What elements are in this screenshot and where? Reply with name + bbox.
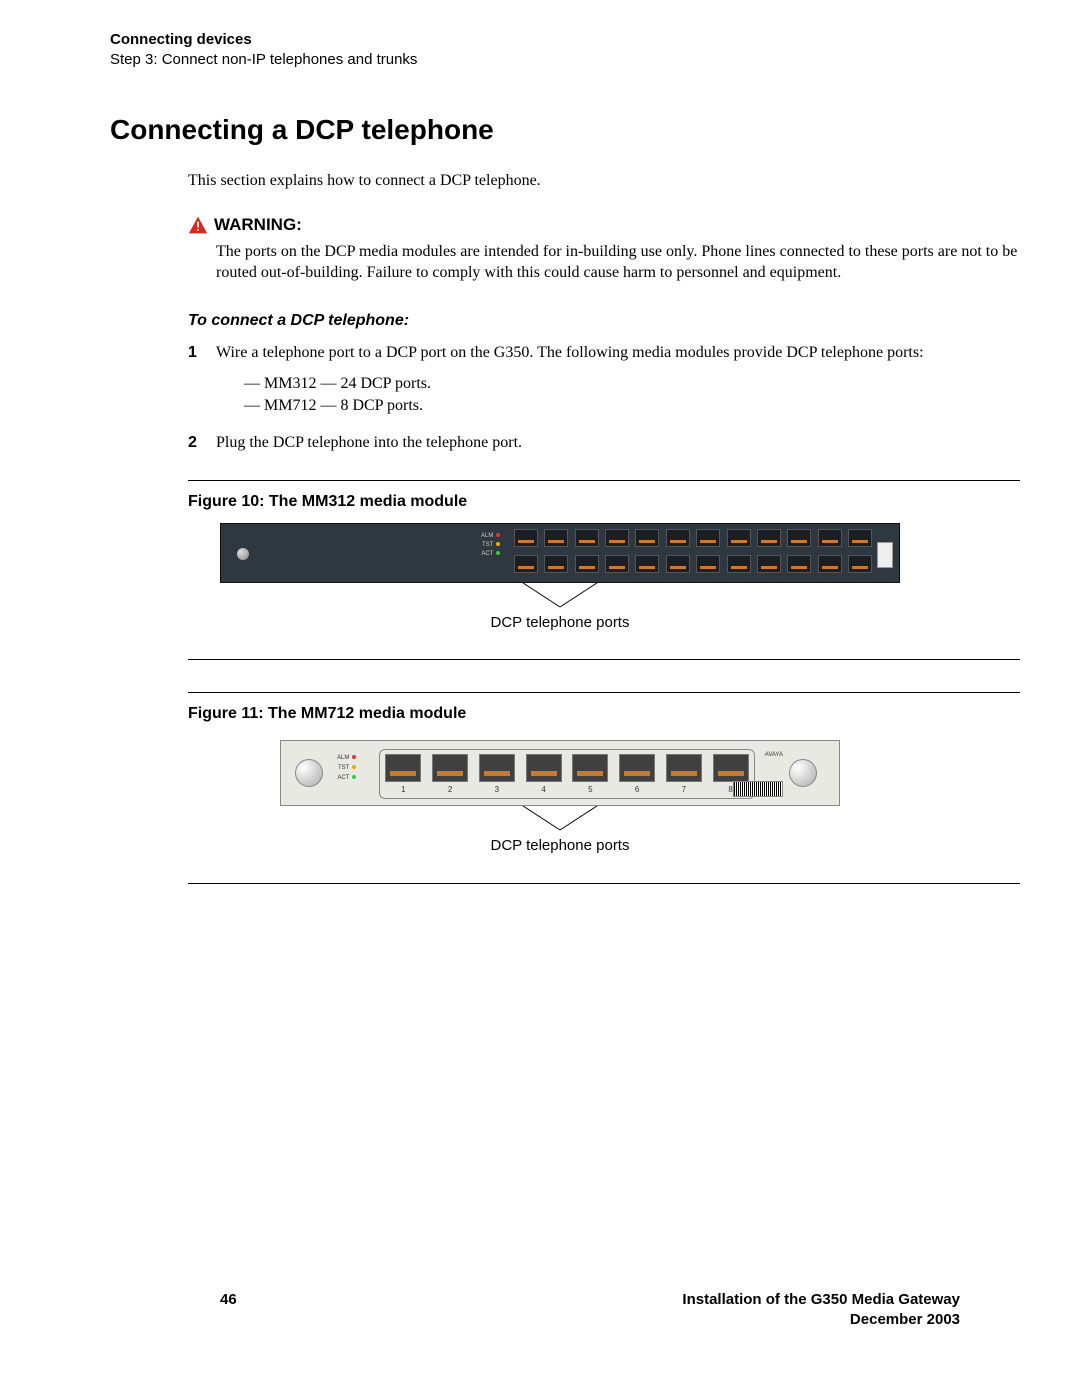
port-number: 1 bbox=[401, 785, 405, 796]
footer-date: December 2003 bbox=[682, 1310, 960, 1330]
mm312-side-label bbox=[877, 542, 893, 568]
step-1: 1 Wire a telephone port to a DCP port on… bbox=[188, 342, 1020, 427]
port-number: 6 bbox=[635, 785, 639, 796]
avaya-brand-label: AVAYA bbox=[765, 751, 783, 759]
bullet-item: MM312 — 24 DCP ports. bbox=[244, 373, 1020, 395]
figure-11-callout: DCP telephone ports bbox=[460, 804, 660, 856]
figure-10-callout: DCP telephone ports bbox=[460, 581, 660, 633]
step-2: 2 Plug the DCP telephone into the teleph… bbox=[188, 432, 1020, 454]
port-number: 7 bbox=[682, 785, 686, 796]
mm312-module: ALM TST ACT bbox=[220, 523, 900, 583]
barcode-icon bbox=[733, 781, 783, 797]
step-body: Wire a telephone port to a DCP port on t… bbox=[216, 342, 1020, 427]
footer-doc-info: Installation of the G350 Media Gateway D… bbox=[682, 1290, 960, 1331]
step-text: Plug the DCP telephone into the telephon… bbox=[216, 432, 1020, 454]
figure-11-title: Figure 11: The MM712 media module bbox=[188, 703, 1020, 725]
mm312-port-block bbox=[513, 528, 873, 580]
mm712-leds: ALM TST ACT bbox=[337, 754, 356, 783]
page-number: 46 bbox=[220, 1290, 237, 1331]
figure-10-image: ALM TST ACT DCP telephone ports bbox=[220, 523, 900, 633]
mm712-module: ALM TST ACT 1 2 3 4 5 6 7 8 AVAYA bbox=[280, 740, 840, 806]
warning-block: WARNING: The ports on the DCP media modu… bbox=[188, 214, 1020, 284]
led-label-alm: ALM bbox=[481, 533, 493, 539]
callout-label: DCP telephone ports bbox=[491, 613, 630, 633]
port-number: 2 bbox=[448, 785, 452, 796]
mm712-port-block: 1 2 3 4 5 6 7 8 bbox=[379, 749, 755, 799]
figure-rule-top bbox=[188, 692, 1020, 693]
step-number: 2 bbox=[188, 432, 216, 454]
warning-heading: WARNING: bbox=[188, 214, 1020, 237]
port-number: 3 bbox=[495, 785, 499, 796]
bullet-item: MM712 — 8 DCP ports. bbox=[244, 395, 1020, 417]
figure-10-title: Figure 10: The MM312 media module bbox=[188, 491, 1020, 513]
figure-rule-top bbox=[188, 480, 1020, 481]
page-title: Connecting a DCP telephone bbox=[110, 111, 1020, 149]
bullet-list: MM312 — 24 DCP ports. MM712 — 8 DCP port… bbox=[244, 373, 1020, 416]
intro-paragraph: This section explains how to connect a D… bbox=[188, 170, 1020, 192]
callout-line-icon bbox=[460, 804, 660, 834]
figure-rule-bottom bbox=[188, 883, 1020, 884]
warning-label: WARNING: bbox=[214, 214, 302, 237]
screw-icon bbox=[237, 548, 249, 560]
callout-label: DCP telephone ports bbox=[491, 836, 630, 856]
warning-icon bbox=[188, 215, 208, 235]
port-number: 5 bbox=[588, 785, 592, 796]
led-label-tst: TST bbox=[338, 765, 349, 771]
header-step: Step 3: Connect non-IP telephones and tr… bbox=[110, 50, 1020, 70]
footer-doc-title: Installation of the G350 Media Gateway bbox=[682, 1290, 960, 1310]
led-label-tst: TST bbox=[482, 542, 493, 548]
led-label-act: ACT bbox=[481, 551, 493, 557]
step-text: Wire a telephone port to a DCP port on t… bbox=[216, 344, 924, 361]
header-section-title: Connecting devices bbox=[110, 30, 1020, 50]
mm312-leds: ALM TST ACT bbox=[481, 532, 500, 559]
callout-line-icon bbox=[460, 581, 660, 611]
page-header: Connecting devices Step 3: Connect non-I… bbox=[110, 30, 1020, 71]
screw-icon bbox=[789, 759, 817, 787]
step-number: 1 bbox=[188, 342, 216, 427]
page-footer: 46 Installation of the G350 Media Gatewa… bbox=[220, 1290, 960, 1331]
procedure-subheading: To connect a DCP telephone: bbox=[188, 310, 1020, 332]
figure-rule-bottom bbox=[188, 659, 1020, 660]
port-number: 4 bbox=[541, 785, 545, 796]
screw-icon bbox=[295, 759, 323, 787]
figure-11-image: ALM TST ACT 1 2 3 4 5 6 7 8 AVAYA DCP te… bbox=[280, 734, 840, 856]
led-label-alm: ALM bbox=[337, 755, 349, 761]
led-label-act: ACT bbox=[337, 775, 349, 781]
warning-body: The ports on the DCP media modules are i… bbox=[216, 241, 1020, 284]
